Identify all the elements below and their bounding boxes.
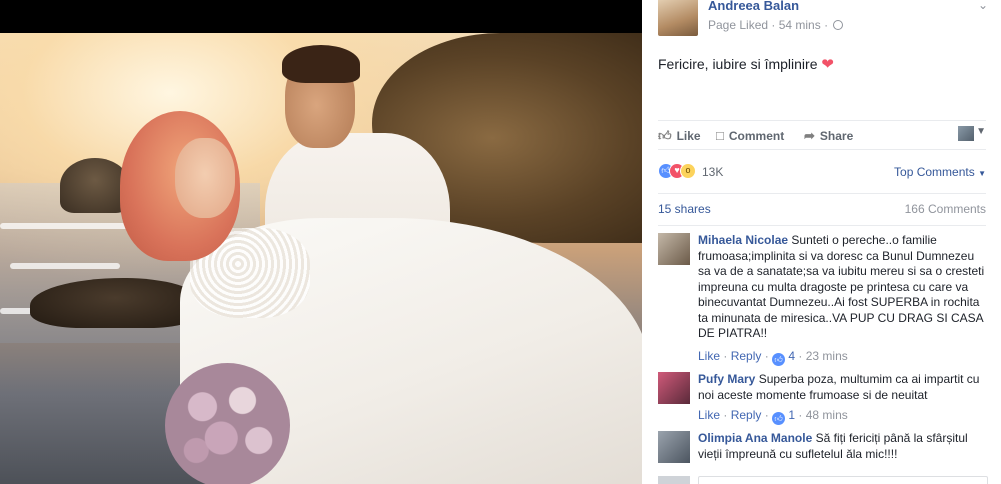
comment-actions: Like · Reply · 👍︎ 1 · 48 mins [698, 408, 848, 425]
share-arrow-icon: ➦ [804, 128, 815, 143]
comment-reply-link[interactable]: Reply [731, 408, 762, 422]
thumbs-up-icon: 👍︎ [658, 128, 672, 143]
comment-like-count[interactable]: 4 [788, 349, 795, 363]
comment-item: Pufy Mary Superba poza, multumim ca ai i… [658, 372, 988, 425]
groom-hair [282, 45, 360, 83]
post-header: Andreea Balan Page Liked · 54 mins · ⌄ [658, 0, 988, 36]
shore-rock [30, 278, 200, 328]
comment-reply-link[interactable]: Reply [731, 349, 762, 363]
comment-body: Pufy Mary Superba poza, multumim ca ai i… [698, 372, 988, 403]
post-sidebar: Andreea Balan Page Liked · 54 mins · ⌄ F… [642, 0, 1001, 484]
comment-item: Mihaela Nicolae Sunteti o pereche..o fam… [658, 233, 988, 366]
share-as-avatar[interactable] [958, 126, 974, 141]
comment-text: Sunteti o pereche..o familie frumoasa;im… [698, 233, 985, 340]
commenter-avatar[interactable] [658, 431, 690, 463]
commenter-avatar[interactable] [658, 372, 690, 404]
divider [658, 193, 986, 194]
caret-down-icon[interactable]: ▼ [976, 126, 986, 137]
wedding-photo[interactable] [0, 33, 642, 484]
wave-foam [10, 263, 120, 269]
write-comment-input[interactable] [698, 476, 988, 484]
speech-bubble-icon: □ [716, 128, 724, 143]
heart-emoji: ❤ [821, 56, 834, 73]
thumbs-up-icon: 👍︎ [772, 412, 786, 425]
comment-time[interactable]: 23 mins [806, 349, 848, 363]
comments-count[interactable]: 166 Comments [905, 202, 986, 216]
post-caption: Fericire, iubire si împlinire ❤ [658, 55, 834, 73]
bride-face [175, 138, 235, 218]
post-meta: Page Liked · 54 mins · [708, 18, 844, 32]
reaction-count[interactable]: 13K [702, 165, 723, 179]
user-avatar [658, 476, 690, 484]
caption-text: Fericire, iubire si împlinire [658, 56, 818, 72]
like-button[interactable]: 👍︎ Like [658, 128, 701, 144]
thumbs-up-icon: 👍︎ [772, 353, 786, 366]
comment-like-count[interactable]: 1 [788, 408, 795, 422]
wave-foam [0, 223, 140, 229]
page-avatar[interactable] [658, 0, 698, 36]
comment-button[interactable]: □ Comment [716, 128, 784, 143]
top-comments-label: Top Comments [894, 165, 975, 179]
comment-item: Olimpia Ana Manole Să fiți fericiți până… [658, 431, 988, 467]
comment-label: Comment [728, 129, 785, 143]
comment-actions: Like · Reply · 👍︎ 4 · 23 mins [698, 349, 848, 366]
comment-author[interactable]: Mihaela Nicolae [698, 233, 788, 247]
share-label: Share [819, 129, 854, 143]
comment-author[interactable]: Olimpia Ana Manole [698, 431, 812, 445]
comment-like-link[interactable]: Like [698, 349, 720, 363]
action-bar: 👍︎ Like □ Comment ➦ Share ▼ [658, 120, 986, 150]
top-comments-dropdown[interactable]: Top Comments ▼ [894, 165, 986, 179]
share-button[interactable]: ➦ Share [804, 128, 853, 144]
commenter-avatar[interactable] [658, 233, 690, 265]
bouquet [165, 363, 290, 484]
like-label: Like [676, 129, 701, 143]
comment-time[interactable]: 48 mins [806, 408, 848, 422]
reactions-bar: 👍︎ ♥ o 13K Top Comments ▼ [658, 160, 986, 184]
wow-reaction-icon[interactable]: o [680, 163, 696, 179]
divider [658, 225, 986, 226]
page-name-link[interactable]: Andreea Balan [708, 0, 799, 13]
globe-icon [833, 20, 844, 30]
comment-like-link[interactable]: Like [698, 408, 720, 422]
post-meta-text: Page Liked · 54 mins · [708, 18, 829, 32]
comment-body: Mihaela Nicolae Sunteti o pereche..o fam… [698, 233, 988, 342]
photo-viewer [0, 0, 642, 484]
chevron-down-icon[interactable]: ⌄ [978, 0, 988, 12]
comment-author[interactable]: Pufy Mary [698, 372, 755, 386]
comment-body: Olimpia Ana Manole Să fiți fericiți până… [698, 431, 988, 462]
caret-down-icon: ▼ [978, 169, 986, 178]
shares-link[interactable]: 15 shares [658, 202, 711, 216]
